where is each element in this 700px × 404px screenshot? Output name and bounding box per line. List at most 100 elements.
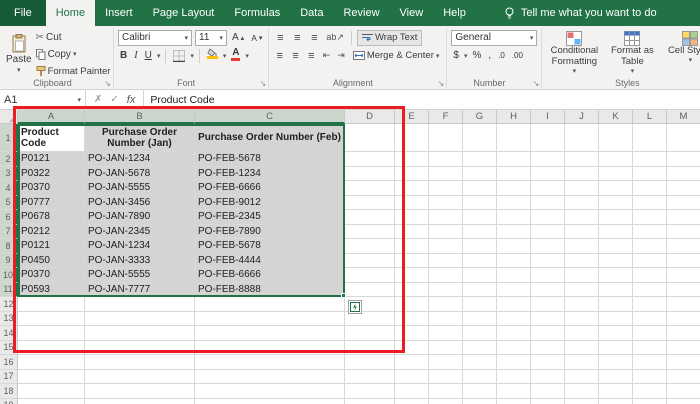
row-header-17[interactable]: 17 [0, 369, 18, 384]
cell-C6[interactable]: PO-FEB-2345 [195, 210, 345, 225]
cell-D18[interactable] [345, 384, 395, 399]
cell-A4[interactable]: P0370 [18, 181, 85, 196]
cell-K7[interactable] [599, 224, 633, 239]
tell-me-box[interactable]: Tell me what you want to do [504, 0, 657, 26]
cell-L5[interactable] [633, 195, 667, 210]
cell-D15[interactable] [345, 340, 395, 355]
borders-button[interactable] [171, 48, 187, 64]
cell-I17[interactable] [531, 369, 565, 384]
cell-E4[interactable] [395, 181, 429, 196]
cell-H18[interactable] [497, 384, 531, 399]
cell-I13[interactable] [531, 311, 565, 326]
cell-F11[interactable] [429, 282, 463, 297]
cell-A13[interactable] [18, 311, 85, 326]
align-middle-button[interactable]: ≡ [290, 32, 304, 44]
increase-indent-button[interactable]: ⇥ [335, 48, 347, 64]
column-header-H[interactable]: H [497, 110, 531, 124]
cell-B5[interactable]: PO-JAN-3456 [85, 195, 195, 210]
cell-C17[interactable] [195, 369, 345, 384]
cell-B19[interactable] [85, 398, 195, 404]
cell-G7[interactable] [463, 224, 497, 239]
paste-dropdown-icon[interactable]: ▾ [17, 66, 21, 74]
copy-button[interactable]: Copy ▾ [34, 46, 113, 62]
cell-I8[interactable] [531, 239, 565, 254]
cell-C9[interactable]: PO-FEB-4444 [195, 253, 345, 268]
cell-F4[interactable] [429, 181, 463, 196]
cell-C2[interactable]: PO-FEB-5678 [195, 152, 345, 167]
cell-styles-button[interactable]: Cell Styles ▾ [662, 29, 700, 76]
cell-M6[interactable] [667, 210, 700, 225]
cell-D16[interactable] [345, 355, 395, 370]
column-header-A[interactable]: A [18, 110, 85, 124]
cell-B4[interactable]: PO-JAN-5555 [85, 181, 195, 196]
cell-H3[interactable] [497, 166, 531, 181]
align-right-button[interactable]: ≡ [305, 50, 318, 62]
cell-G9[interactable] [463, 253, 497, 268]
cell-M5[interactable] [667, 195, 700, 210]
cell-C12[interactable] [195, 297, 345, 312]
cell-I11[interactable] [531, 282, 565, 297]
cell-C8[interactable]: PO-FEB-5678 [195, 239, 345, 254]
tab-formulas[interactable]: Formulas [224, 0, 290, 26]
cell-B11[interactable]: PO-JAN-7777 [85, 282, 195, 297]
cell-J11[interactable] [565, 282, 599, 297]
cell-H7[interactable] [497, 224, 531, 239]
cell-F15[interactable] [429, 340, 463, 355]
cell-C15[interactable] [195, 340, 345, 355]
cell-K15[interactable] [599, 340, 633, 355]
paste-button[interactable]: Paste ▾ [6, 29, 32, 79]
cell-K8[interactable] [599, 239, 633, 254]
cell-H11[interactable] [497, 282, 531, 297]
row-header-4[interactable]: 4 [0, 181, 18, 196]
cell-J12[interactable] [565, 297, 599, 312]
cell-A16[interactable] [18, 355, 85, 370]
cell-E5[interactable] [395, 195, 429, 210]
cell-L13[interactable] [633, 311, 667, 326]
row-header-6[interactable]: 6 [0, 210, 18, 225]
cell-H8[interactable] [497, 239, 531, 254]
cell-E17[interactable] [395, 369, 429, 384]
cell-D19[interactable] [345, 398, 395, 404]
column-header-K[interactable]: K [599, 110, 633, 124]
cell-F5[interactable] [429, 195, 463, 210]
cell-K1[interactable] [599, 124, 633, 152]
cell-K19[interactable] [599, 398, 633, 404]
cell-A6[interactable]: P0678 [18, 210, 85, 225]
cell-C4[interactable]: PO-FEB-6666 [195, 181, 345, 196]
row-header-8[interactable]: 8 [0, 239, 18, 254]
number-format-select[interactable]: General ▾ [451, 29, 538, 46]
cell-G2[interactable] [463, 152, 497, 167]
cell-C19[interactable] [195, 398, 345, 404]
wrap-text-button[interactable]: Wrap Text [356, 29, 423, 46]
cell-H10[interactable] [497, 268, 531, 283]
cell-G4[interactable] [463, 181, 497, 196]
cell-H2[interactable] [497, 152, 531, 167]
alignment-dialog-launcher-icon[interactable]: ↘ [438, 79, 445, 88]
cell-I3[interactable] [531, 166, 565, 181]
cell-G18[interactable] [463, 384, 497, 399]
row-header-5[interactable]: 5 [0, 195, 18, 210]
cell-D5[interactable] [345, 195, 395, 210]
row-header-16[interactable]: 16 [0, 355, 18, 370]
cell-C1[interactable]: Purchase Order Number (Feb) [195, 124, 345, 152]
cell-H6[interactable] [497, 210, 531, 225]
cell-L12[interactable] [633, 297, 667, 312]
cell-I16[interactable] [531, 355, 565, 370]
cell-H14[interactable] [497, 326, 531, 341]
cell-K5[interactable] [599, 195, 633, 210]
cell-L18[interactable] [633, 384, 667, 399]
cell-L8[interactable] [633, 239, 667, 254]
cell-M11[interactable] [667, 282, 700, 297]
decrease-font-size-button[interactable]: A ▾ [249, 30, 264, 46]
cell-E12[interactable] [395, 297, 429, 312]
cell-I15[interactable] [531, 340, 565, 355]
cell-K2[interactable] [599, 152, 633, 167]
format-painter-button[interactable]: Format Painter [34, 63, 113, 79]
cell-E8[interactable] [395, 239, 429, 254]
cell-H5[interactable] [497, 195, 531, 210]
cell-D11[interactable] [345, 282, 395, 297]
font-color-button[interactable]: A [229, 47, 242, 64]
cell-H4[interactable] [497, 181, 531, 196]
cell-L4[interactable] [633, 181, 667, 196]
cell-L17[interactable] [633, 369, 667, 384]
